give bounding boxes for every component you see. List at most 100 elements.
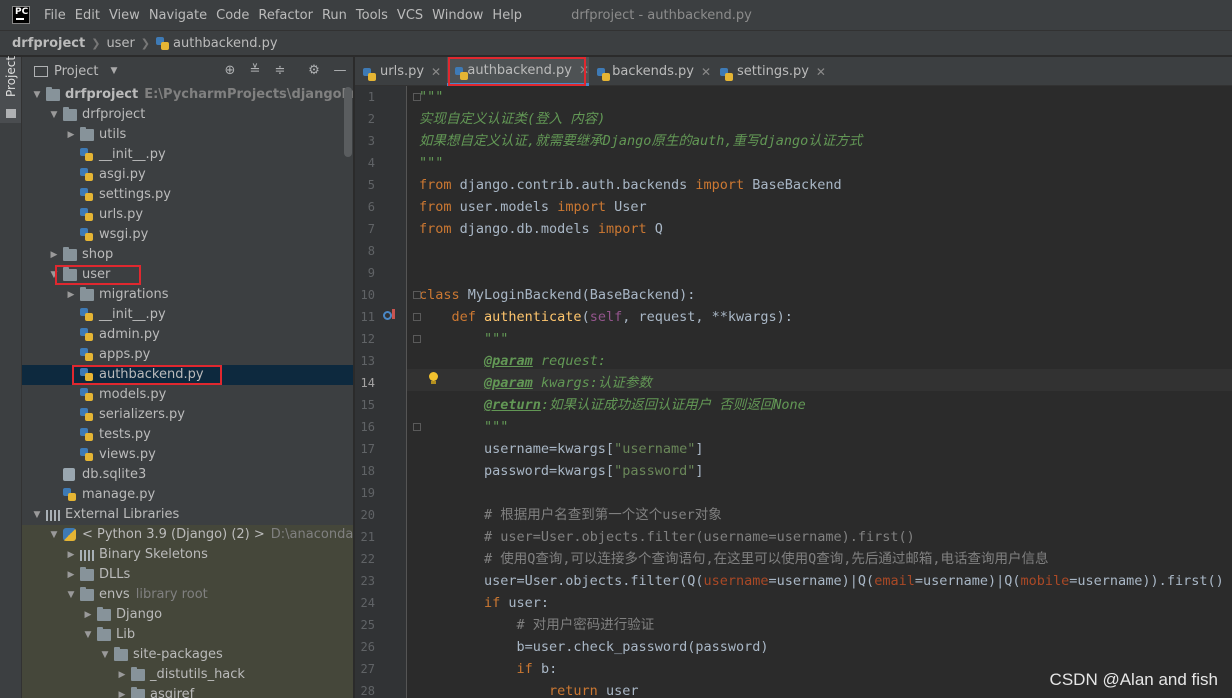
menu-view[interactable]: View	[109, 8, 140, 23]
tree-item-label: < Python 3.9 (Django) (2) >D:\anaconda\e…	[82, 525, 353, 545]
python-file-icon	[80, 328, 93, 341]
tree-item-label: _distutils_hack	[150, 667, 245, 682]
watermark: CSDN @Alan and fish	[1049, 670, 1218, 689]
menu-run[interactable]: Run	[322, 8, 347, 23]
line-number: 28	[360, 684, 375, 698]
tab-settings[interactable]: settings.py ✕	[712, 57, 828, 86]
line-number: 27	[360, 662, 375, 676]
override-method-icon[interactable]	[383, 309, 397, 323]
expand-all-icon[interactable]: ≚	[247, 63, 263, 79]
lightbulb-icon[interactable]	[428, 372, 438, 386]
chevron-down-icon[interactable]: ▼	[100, 645, 110, 665]
tree-item-label: settings.py	[99, 187, 171, 202]
project-tool-button[interactable]: Project	[0, 56, 21, 123]
menu-navigate[interactable]: Navigate	[149, 8, 207, 23]
menu-refactor[interactable]: Refactor	[258, 8, 313, 23]
collapse-all-icon[interactable]: ≑	[272, 63, 288, 79]
tree-item[interactable]: ▶ utils	[22, 125, 353, 145]
library-icon	[46, 510, 60, 521]
menu-tools[interactable]: Tools	[356, 8, 388, 23]
breadcrumb-project[interactable]: drfproject	[12, 36, 85, 51]
breadcrumb-folder[interactable]: user	[106, 36, 134, 51]
tree-item[interactable]: ▶ DLLs	[22, 565, 353, 585]
fold-marker-icon[interactable]	[413, 93, 421, 101]
tab-urls[interactable]: urls.py ✕	[355, 57, 447, 86]
menu-vcs[interactable]: VCS	[397, 8, 423, 23]
python-file-icon	[80, 348, 93, 361]
chevron-down-icon[interactable]: ▼	[32, 505, 42, 525]
tree-item[interactable]: ▶ migrations	[22, 285, 353, 305]
close-icon[interactable]: ✕	[816, 65, 826, 79]
tree-item[interactable]: ▶ asgiref	[22, 685, 353, 698]
chevron-down-icon[interactable]: ▼	[66, 585, 76, 605]
chevron-right-icon[interactable]: ▶	[66, 545, 76, 565]
fold-marker-icon[interactable]	[413, 423, 421, 431]
tree-item-label: wsgi.py	[99, 227, 149, 242]
project-view-selector[interactable]: Project	[54, 64, 98, 79]
chevron-right-icon[interactable]: ▶	[117, 665, 127, 685]
tree-item[interactable]: __init__.py	[22, 145, 353, 165]
close-icon[interactable]: ✕	[431, 65, 441, 79]
tree-item-label: Lib	[116, 627, 136, 642]
tree-item-label: Django	[116, 607, 163, 622]
chevron-right-icon[interactable]: ▶	[83, 605, 93, 625]
tree-item[interactable]: admin.py	[22, 325, 353, 345]
menu-edit[interactable]: Edit	[75, 8, 100, 23]
line-number: 3	[367, 134, 375, 148]
tree-item-label: manage.py	[82, 487, 156, 502]
settings-icon[interactable]: ⚙	[306, 63, 322, 79]
chevron-down-icon[interactable]: ▼	[32, 85, 42, 105]
chevron-down-icon[interactable]: ▼	[49, 105, 59, 125]
chevron-right-icon[interactable]: ▶	[66, 285, 76, 305]
tree-item[interactable]: ▶ shop	[22, 245, 353, 265]
tree-item[interactable]: ▼ < Python 3.9 (Django) (2) >D:\anaconda\…	[22, 525, 353, 545]
chevron-down-icon[interactable]: ▼	[110, 66, 117, 76]
tree-item[interactable]: ▼ envs library root	[22, 585, 353, 605]
tree-item[interactable]: models.py	[22, 385, 353, 405]
tree-item[interactable]: wsgi.py	[22, 225, 353, 245]
chevron-down-icon[interactable]: ▼	[83, 625, 93, 645]
minimize-icon[interactable]: —	[332, 63, 348, 79]
tree-item-label: views.py	[99, 447, 156, 462]
tree-item[interactable]: settings.py	[22, 185, 353, 205]
tree-item[interactable]: manage.py	[22, 485, 353, 505]
tree-item[interactable]: ▶ Django	[22, 605, 353, 625]
tree-item[interactable]: serializers.py	[22, 405, 353, 425]
code-line: from django.db.models import Q	[419, 221, 663, 237]
fold-marker-icon[interactable]	[413, 291, 421, 299]
close-icon[interactable]: ✕	[701, 65, 711, 79]
menu-window[interactable]: Window	[432, 8, 483, 23]
chevron-right-icon[interactable]: ▶	[117, 685, 127, 698]
breadcrumb-file[interactable]: authbackend.py	[173, 36, 278, 51]
code-editor[interactable]: """ 实现自定义认证类(登入 内容) 如果想自定义认证,就需要继承Django原生…	[407, 86, 1232, 698]
menu-file[interactable]: File	[44, 8, 66, 23]
tree-item-label: serializers.py	[99, 407, 185, 422]
code-line: class MyLoginBackend(BaseBackend):	[419, 287, 696, 303]
tree-item[interactable]: ▼ External Libraries	[22, 505, 353, 525]
tree-item[interactable]: ▶ _distutils_hack	[22, 665, 353, 685]
tree-item[interactable]: views.py	[22, 445, 353, 465]
tree-item[interactable]: apps.py	[22, 345, 353, 365]
tree-item[interactable]: ▼ drfproject	[22, 105, 353, 125]
locate-icon[interactable]: ⊕	[222, 63, 238, 79]
folder-icon	[131, 667, 145, 681]
chevron-down-icon[interactable]: ▼	[49, 525, 59, 545]
tree-item[interactable]: urls.py	[22, 205, 353, 225]
chevron-right-icon[interactable]: ▶	[66, 125, 76, 145]
tree-item[interactable]: ▼ site-packages	[22, 645, 353, 665]
tree-item[interactable]: tests.py	[22, 425, 353, 445]
menu-code[interactable]: Code	[216, 8, 249, 23]
fold-marker-icon[interactable]	[413, 313, 421, 321]
tab-backends[interactable]: backends.py ✕	[589, 57, 711, 86]
tree-item[interactable]: ▶ Binary Skeletons	[22, 545, 353, 565]
tree-item[interactable]: ▼ Lib	[22, 625, 353, 645]
tree-item[interactable]: __init__.py	[22, 305, 353, 325]
tree-scrollbar[interactable]	[344, 87, 352, 157]
tree-item[interactable]: asgi.py	[22, 165, 353, 185]
fold-marker-icon[interactable]	[413, 335, 421, 343]
tree-item[interactable]: ▼ drfprojectE:\PycharmProjects\djangoProj…	[22, 85, 353, 105]
tree-item[interactable]: db.sqlite3	[22, 465, 353, 485]
menu-help[interactable]: Help	[492, 8, 522, 23]
chevron-right-icon[interactable]: ▶	[49, 245, 59, 265]
chevron-right-icon[interactable]: ▶	[66, 565, 76, 585]
